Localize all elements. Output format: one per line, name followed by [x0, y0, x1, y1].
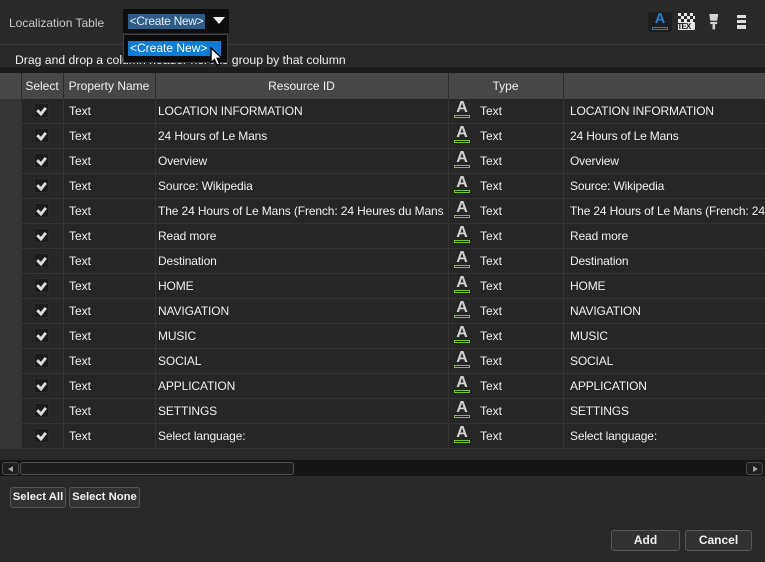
svg-text:TEX: TEX — [678, 22, 692, 30]
